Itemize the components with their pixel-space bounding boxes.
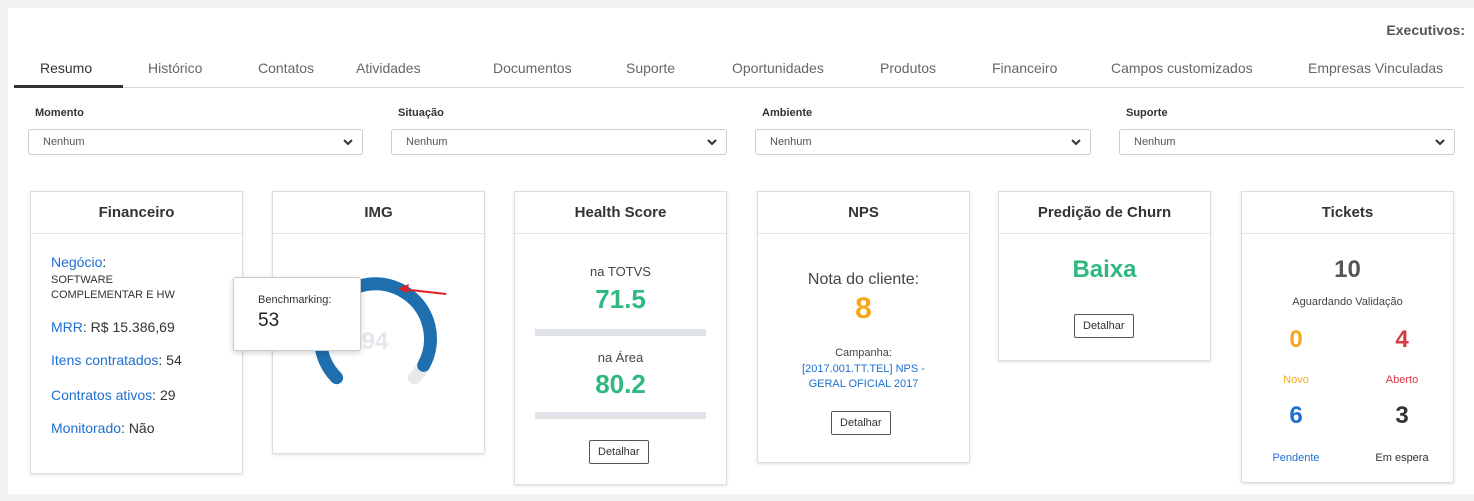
espera-value: 3 [1395,402,1409,429]
totvs-label: na TOTVS [590,264,651,279]
monitorado-row: Monitorado: Não [51,420,155,436]
tab-atividades[interactable]: Atividades [356,60,421,76]
aberto-value: 4 [1395,326,1409,353]
tickets-card-title: Tickets [1242,192,1453,234]
momento-select[interactable]: Nenhum [28,129,363,155]
mrr-value: : R$ 15.386,69 [82,319,175,335]
filter-label-ambiente: Ambiente [762,107,813,119]
tab-historico[interactable]: Histórico [148,60,202,76]
contratos-row: Contratos ativos: 29 [51,387,176,403]
situacao-select-value: Nenhum [406,136,448,148]
aguardando-value: 10 [1334,256,1361,283]
ambiente-select-value: Nenhum [770,136,812,148]
filter-label-momento: Momento [35,107,84,119]
filter-label-situacao: Situação [398,107,444,119]
campanha-link-line1[interactable]: [2017.001.TT.TEL] NPS - [758,363,969,375]
executivos-label: Executivos: [1386,22,1465,38]
itens-value: : 54 [158,352,182,368]
itens-row: Itens contratados: 54 [51,352,182,368]
momento-select-value: Nenhum [43,136,85,148]
tab-contatos[interactable]: Contatos [258,60,314,76]
campanha-link-line2[interactable]: GERAL OFICIAL 2017 [758,378,969,390]
negocio-value-line1: SOFTWARE [51,274,113,286]
nota-value: 8 [855,292,872,325]
nps-card-title: NPS [758,192,969,234]
monitorado-value: : Não [121,420,155,436]
pendente-value: 6 [1289,402,1303,429]
totvs-bar [535,329,706,336]
ambiente-select[interactable]: Nenhum [755,129,1091,155]
tab-campos-customizados[interactable]: Campos customizados [1111,60,1253,76]
negocio-value-line2: COMPLEMENTAR E HW [51,289,175,301]
tab-financeiro[interactable]: Financeiro [992,60,1057,76]
nota-label: Nota do cliente: [807,271,920,288]
area-value: 80.2 [595,369,646,399]
monitorado-link[interactable]: Monitorado [51,420,121,436]
negocio-link[interactable]: Negócio [51,254,102,270]
churn-value: Baixa [1072,256,1137,283]
novo-label: Novo [1283,374,1309,386]
img-card-title: IMG [273,192,484,234]
tab-bar: Resumo Histórico Contatos Atividades Doc… [14,56,1464,88]
health-score-card: Health Score na TOTVS 71.5 na Área 80.2 … [514,191,727,485]
tab-suporte[interactable]: Suporte [626,60,675,76]
campanha-label: Campanha: [835,347,892,359]
suporte-select-value: Nenhum [1134,136,1176,148]
pendente-label: Pendente [1272,452,1320,464]
mrr-link[interactable]: MRR [51,319,83,335]
benchmark-value: 53 [258,310,280,331]
benchmark-tooltip: Benchmarking: 53 [233,277,361,351]
nps-detalhar-button[interactable]: Detalhar [831,411,891,435]
espera-label: Em espera [1375,452,1429,464]
tab-documentos[interactable]: Documentos [493,60,572,76]
novo-value: 0 [1289,326,1303,353]
tab-empresas-vinculadas[interactable]: Empresas Vinculadas [1308,60,1443,76]
tickets-card: Tickets 10 Aguardando Validação 0 Novo 4… [1241,191,1454,483]
contratos-link[interactable]: Contratos ativos [51,387,152,403]
gauge-value: 94 [362,328,389,355]
benchmark-label: Benchmarking: [258,294,332,306]
health-detalhar-button[interactable]: Detalhar [589,440,649,464]
area-bar [535,412,706,419]
aberto-label: Aberto [1385,374,1419,386]
totvs-value: 71.5 [595,284,646,314]
area-label: na Área [597,350,644,365]
situacao-select[interactable]: Nenhum [391,129,727,155]
financeiro-card: Financeiro Negócio: SOFTWARE COMPLEMENTA… [30,191,243,474]
aguardando-label: Aguardando Validação [1292,296,1403,308]
tab-produtos[interactable]: Produtos [880,60,936,76]
chevron-down-icon [1071,139,1081,146]
chevron-down-icon [707,139,717,146]
churn-card-title: Predição de Churn [999,192,1210,234]
health-score-card-title: Health Score [515,192,726,234]
contratos-value: : 29 [152,387,176,403]
active-tab-indicator [14,85,123,88]
nps-card: NPS Nota do cliente: 8 Campanha: [2017.0… [757,191,970,463]
mrr-row: MRR: R$ 15.386,69 [51,319,175,335]
churn-card: Predição de Churn Baixa Detalhar [998,191,1211,361]
itens-link[interactable]: Itens contratados [51,352,158,368]
chevron-down-icon [343,139,353,146]
negocio-row: Negócio: [51,254,107,270]
suporte-select[interactable]: Nenhum [1119,129,1455,155]
tab-oportunidades[interactable]: Oportunidades [732,60,824,76]
filter-label-suporte: Suporte [1126,107,1168,119]
financeiro-card-title: Financeiro [31,192,242,234]
churn-detalhar-button[interactable]: Detalhar [1074,314,1134,338]
chevron-down-icon [1435,139,1445,146]
tab-resumo[interactable]: Resumo [40,60,92,76]
